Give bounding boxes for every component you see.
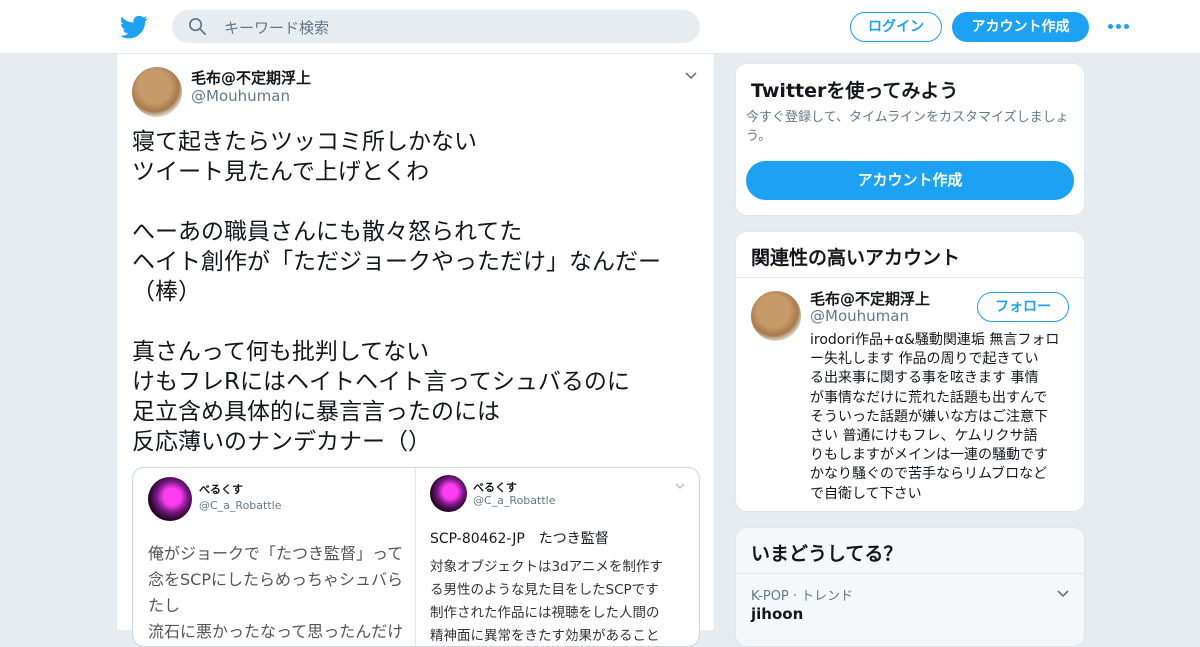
quoted-tweet-image[interactable]: べるくす @C_a_Robattle 俺がジョークで「たつき監督」って 念をSC… xyxy=(132,467,700,647)
signup-button[interactable]: アカウント作成 xyxy=(952,12,1089,42)
avatar[interactable] xyxy=(132,67,182,117)
related-account-handle[interactable]: @Mouhuman xyxy=(810,307,909,325)
avatar[interactable] xyxy=(751,291,801,341)
quoted-body: 対象オブジェクトは3dアニメを制作す る男性のような見た目をしたSCPです 制作… xyxy=(430,559,663,644)
tweet-author-name[interactable]: 毛布@不定期浮上 xyxy=(191,67,311,88)
trends-card-title: いまどうしてる？ xyxy=(751,543,903,565)
avatar xyxy=(430,475,467,512)
related-account-bio: irodori作品+α&騒動関連垢 無言フォロ ー失礼します 作品の周りで起きて… xyxy=(810,332,1060,502)
trend-name[interactable]: jihoon xyxy=(751,605,803,623)
quoted-author-handle: @C_a_Robattle xyxy=(473,494,556,507)
more-options-icon[interactable] xyxy=(1106,17,1130,35)
create-account-button[interactable]: アカウント作成 xyxy=(746,161,1074,200)
trend-item[interactable]: K-POP · トレンド jihoon xyxy=(736,574,1084,646)
login-button[interactable]: ログイン xyxy=(850,12,942,42)
quoted-author-name: べるくす xyxy=(199,483,243,496)
top-navigation-bar: キーワード検索 ログイン アカウント作成 xyxy=(0,0,1200,54)
blanket-image xyxy=(132,67,182,117)
signup-card: Twitterを使ってみよう 今すぐ登録して、タイムラインをカスタマイズしましょ… xyxy=(735,63,1085,216)
quoted-author-handle: @C_a_Robattle xyxy=(199,499,282,512)
tweet-text: 寝て起きたらツッコミ所しかない ツイート見たんで上げとくわ へーあの職員さんにも… xyxy=(132,129,661,455)
chevron-down-icon xyxy=(675,483,685,489)
chevron-down-icon[interactable] xyxy=(684,69,698,83)
related-card-title: 関連性の高いアカウント xyxy=(751,247,961,269)
related-account-item[interactable]: 毛布@不定期浮上 @Mouhuman フォロー irodori作品+α&騒動関連… xyxy=(736,278,1084,511)
tweet-card: 毛布@不定期浮上 @Mouhuman 寝て起きたらツッコミ所しかない ツイート見… xyxy=(116,54,715,647)
trend-category: K-POP · トレンド xyxy=(751,589,854,604)
trends-card: いまどうしてる？ K-POP · トレンド jihoon xyxy=(735,527,1085,647)
related-account-name[interactable]: 毛布@不定期浮上 xyxy=(810,288,930,309)
blanket-image xyxy=(751,291,801,341)
signup-card-subtitle: 今すぐ登録して、タイムラインをカスタマイズしましょう。 xyxy=(746,110,1069,144)
avatar xyxy=(148,477,192,521)
search-placeholder: キーワード検索 xyxy=(224,19,330,37)
twitter-bird-icon[interactable] xyxy=(120,13,148,41)
search-icon xyxy=(189,18,206,35)
chevron-down-icon[interactable] xyxy=(1056,587,1070,601)
follow-button[interactable]: フォロー xyxy=(977,292,1069,322)
quoted-text: 俺がジョークで「たつき監督」って 念をSCPにしたらめっちゃシュバら たし 流石… xyxy=(148,544,404,641)
signup-card-title: Twitterを使ってみよう xyxy=(751,80,959,102)
related-accounts-card: 関連性の高いアカウント 毛布@不定期浮上 @Mouhuman フォロー irod… xyxy=(735,231,1085,512)
search-box[interactable]: キーワード検索 xyxy=(172,10,700,43)
quoted-title: SCP-80462-JP たつき監督 xyxy=(430,531,609,547)
quoted-author-name: べるくす xyxy=(473,481,517,494)
quoted-screenshot-right: べるくす @C_a_Robattle SCP-80462-JP たつき監督 対象… xyxy=(416,468,699,646)
tweet-author-handle[interactable]: @Mouhuman xyxy=(191,87,290,105)
quoted-screenshot-left: べるくす @C_a_Robattle 俺がジョークで「たつき監督」って 念をSC… xyxy=(133,468,416,646)
